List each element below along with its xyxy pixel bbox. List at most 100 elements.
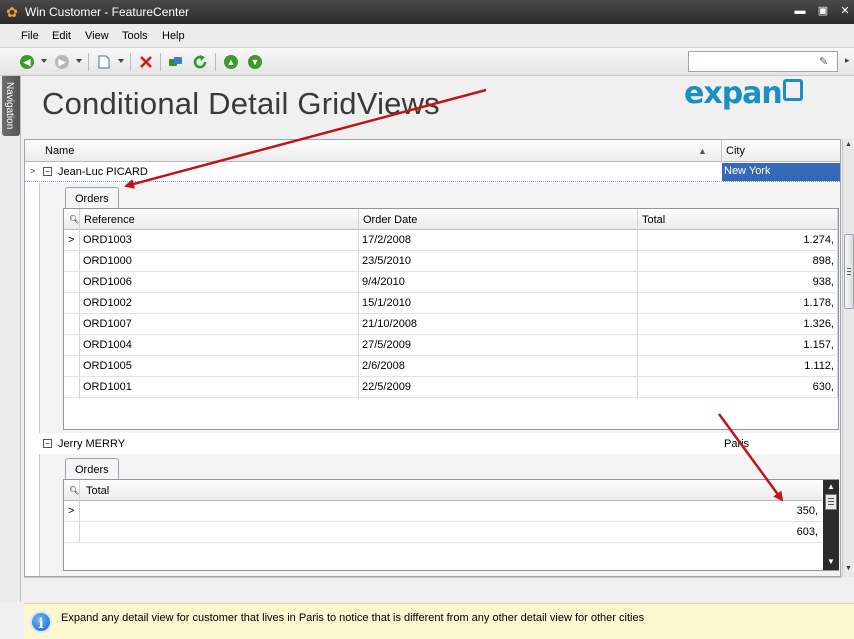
clear-search-icon[interactable]: ✎ bbox=[819, 55, 833, 68]
grid-header: Name ▲ City bbox=[25, 140, 840, 162]
sort-ascending-icon: ▲ bbox=[698, 146, 707, 156]
orders-grid-header: 🔍︎ Total bbox=[64, 480, 822, 501]
focused-row-indicator-icon: > bbox=[68, 234, 75, 246]
order-date: 2/6/2008 bbox=[362, 360, 405, 372]
logo-mark-icon bbox=[782, 79, 803, 101]
table-row[interactable]: > ORD1003 17/2/2008 1.274, bbox=[64, 230, 838, 251]
order-date: 23/5/2010 bbox=[362, 255, 411, 267]
back-button[interactable]: ◀ bbox=[18, 53, 36, 71]
search-icon[interactable]: 🔍︎ bbox=[69, 486, 79, 495]
delete-button[interactable] bbox=[137, 53, 155, 71]
order-total: 1.274, bbox=[803, 234, 834, 246]
column-header-city[interactable]: City bbox=[726, 145, 745, 157]
customer-name: Jerry MERRY bbox=[58, 438, 126, 450]
scroll-thumb[interactable] bbox=[825, 494, 837, 510]
paris-orders-grid[interactable]: 🔍︎ Total >350, 603, ▲ ▼ bbox=[63, 479, 839, 571]
order-total: 1.326, bbox=[803, 318, 834, 330]
order-date: 22/5/2009 bbox=[362, 381, 411, 393]
collapse-icon[interactable]: − bbox=[43, 167, 52, 176]
menu-edit[interactable]: Edit bbox=[52, 30, 71, 42]
navigation-tab[interactable]: Navigation bbox=[2, 76, 20, 136]
menu-help[interactable]: Help bbox=[162, 30, 185, 42]
table-row[interactable]: ORD1007 21/10/2008 1.326, bbox=[64, 314, 838, 335]
scroll-up-icon[interactable]: ▲ bbox=[827, 482, 835, 491]
scroll-down-icon[interactable]: ▼ bbox=[827, 557, 835, 566]
focused-row-indicator-icon: > bbox=[30, 166, 36, 176]
column-header-total[interactable]: Total bbox=[86, 485, 109, 497]
app-icon: ✿ bbox=[6, 4, 18, 20]
toolbar-separator bbox=[160, 53, 161, 71]
table-row[interactable]: ORD1000 23/5/2010 898, bbox=[64, 251, 838, 272]
close-window-button[interactable]: ✕ bbox=[838, 4, 852, 18]
toolbar-separator bbox=[130, 53, 131, 71]
column-divider bbox=[721, 140, 722, 162]
scroll-up-icon[interactable]: ▲ bbox=[845, 141, 852, 148]
delete-icon bbox=[140, 56, 152, 68]
minimize-button[interactable]: ▬ bbox=[793, 4, 807, 18]
table-row[interactable]: ORD1006 9/4/2010 938, bbox=[64, 272, 838, 293]
order-reference: ORD1006 bbox=[83, 276, 132, 288]
table-row[interactable]: ORD1004 27/5/2009 1.157, bbox=[64, 335, 838, 356]
table-row[interactable]: 603, bbox=[64, 522, 822, 543]
tab-orders[interactable]: Orders bbox=[65, 187, 119, 209]
window-title: Win Customer - FeatureCenter bbox=[25, 5, 190, 19]
menu-view[interactable]: View bbox=[85, 30, 109, 42]
menu-file[interactable]: File bbox=[21, 30, 39, 42]
order-date: 21/10/2008 bbox=[362, 318, 418, 330]
tab-orders[interactable]: Orders bbox=[65, 458, 119, 480]
toolbar-overflow-icon[interactable]: ▸ bbox=[845, 55, 850, 66]
order-date: 17/2/2008 bbox=[362, 234, 411, 246]
forward-icon: ▶ bbox=[55, 55, 69, 69]
move-up-button[interactable]: ▲ bbox=[222, 53, 240, 71]
menu-tools[interactable]: Tools bbox=[122, 30, 148, 42]
search-input[interactable]: ✎ bbox=[688, 51, 838, 72]
customer-city[interactable]: New York bbox=[722, 163, 840, 181]
scroll-down-icon[interactable]: ▼ bbox=[845, 565, 852, 572]
toolbar-separator bbox=[88, 53, 89, 71]
column-header-name[interactable]: Name bbox=[45, 145, 74, 157]
move-down-button[interactable]: ▼ bbox=[246, 53, 264, 71]
customer-row[interactable]: − Jerry MERRY Paris bbox=[25, 434, 840, 454]
refresh-button[interactable] bbox=[191, 53, 209, 71]
table-row[interactable]: >350, bbox=[64, 501, 822, 522]
toolbar-separator bbox=[215, 53, 216, 71]
arrow-down-icon: ▼ bbox=[248, 55, 262, 69]
back-dropdown-icon[interactable] bbox=[41, 59, 47, 63]
column-header-order-date[interactable]: Order Date bbox=[363, 214, 417, 226]
detail-scrollbar[interactable]: ▲ ▼ bbox=[823, 480, 839, 570]
customer-grid[interactable]: Name ▲ City > − Jean-Luc PICARD New York… bbox=[24, 139, 841, 577]
table-row[interactable]: ORD1002 15/1/2010 1.178, bbox=[64, 293, 838, 314]
order-total: 1.112, bbox=[804, 360, 834, 372]
order-reference: ORD1007 bbox=[83, 318, 132, 330]
order-date: 27/5/2009 bbox=[362, 339, 411, 351]
info-bar: i Expand any detail view for customer th… bbox=[24, 603, 854, 639]
order-total: 1.157, bbox=[803, 339, 834, 351]
order-total: 350, bbox=[796, 505, 818, 517]
order-reference: ORD1002 bbox=[83, 297, 132, 309]
table-row[interactable]: ORD1001 22/5/2009 630, bbox=[64, 377, 838, 398]
column-header-reference[interactable]: Reference bbox=[84, 214, 135, 226]
link-icon bbox=[169, 57, 182, 66]
new-dropdown-icon[interactable] bbox=[118, 59, 124, 63]
link-button[interactable] bbox=[167, 53, 185, 71]
forward-button[interactable]: ▶ bbox=[53, 53, 71, 71]
scroll-thumb[interactable] bbox=[844, 234, 854, 309]
grid-scrollbar[interactable]: ▲ ▼ bbox=[842, 139, 854, 577]
column-header-total[interactable]: Total bbox=[642, 214, 665, 226]
restore-button[interactable]: ▣ bbox=[816, 4, 830, 18]
navigation-panel: Navigation bbox=[0, 76, 21, 602]
title-bar: ✿ Win Customer - FeatureCenter ▬ ▣ ✕ bbox=[0, 0, 854, 24]
orders-grid-header: 🔍︎ Reference Order Date Total bbox=[64, 209, 838, 230]
info-icon: i bbox=[30, 611, 52, 633]
forward-dropdown-icon[interactable] bbox=[76, 59, 82, 63]
customer-row[interactable]: > − Jean-Luc PICARD New York bbox=[25, 162, 840, 182]
orders-grid[interactable]: 🔍︎ Reference Order Date Total > ORD1003 17… bbox=[63, 208, 839, 430]
order-total: 898, bbox=[812, 255, 834, 267]
search-icon[interactable]: 🔍︎ bbox=[69, 215, 79, 224]
order-total: 630, bbox=[812, 381, 834, 393]
collapse-icon[interactable]: − bbox=[43, 439, 52, 448]
new-document-icon bbox=[98, 55, 110, 69]
new-button[interactable] bbox=[95, 53, 113, 71]
table-row[interactable]: ORD1005 2/6/2008 1.112, bbox=[64, 356, 838, 377]
customer-name: Jean-Luc PICARD bbox=[58, 166, 148, 178]
